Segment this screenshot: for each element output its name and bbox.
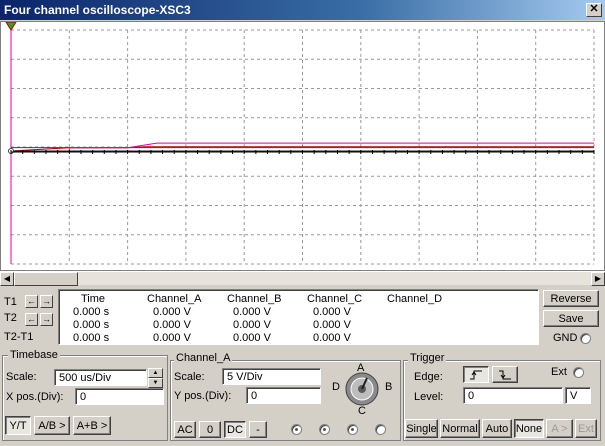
rising-edge-icon[interactable] [463, 366, 489, 383]
channel-scale-label: Scale: [174, 371, 205, 383]
normal-button[interactable]: Normal [440, 419, 480, 438]
row3-channel-a: 0.000 V [153, 332, 191, 344]
channel-radio-4[interactable] [375, 424, 386, 435]
ypos-field[interactable]: 0 [246, 387, 321, 404]
scope-display [5, 22, 595, 265]
t2-left-arrow-icon[interactable]: ← [25, 313, 38, 326]
gnd-radio[interactable] [580, 333, 591, 344]
dc-button[interactable]: DC [224, 421, 246, 438]
channel-radio-2[interactable] [319, 424, 330, 435]
scope-screen [0, 21, 605, 271]
xpos-field[interactable]: 0 [75, 388, 164, 405]
scroll-thumb[interactable] [14, 272, 78, 286]
close-button[interactable]: ✕ [586, 3, 602, 17]
level-unit-field[interactable]: V [565, 387, 591, 404]
time-scrollbar[interactable]: ◀ ▶ [0, 271, 605, 286]
reverse-button[interactable]: Reverse [543, 290, 599, 307]
row2-channel-c: 0.000 V [313, 319, 351, 331]
edge-label: Edge: [414, 371, 443, 383]
header-channel-c: Channel_C [307, 293, 363, 305]
row3-time: 0.000 s [73, 332, 110, 344]
header-channel-b: Channel_B [227, 293, 282, 305]
xpos-label: X pos.(Div): [6, 391, 64, 403]
yt-button[interactable]: Y/T [5, 416, 31, 435]
save-button[interactable]: Save [543, 310, 599, 327]
channel-radio-1[interactable] [291, 424, 302, 435]
scroll-left-icon[interactable]: ◀ [0, 272, 14, 286]
knob-label-b: B [385, 381, 393, 393]
knob-label-d: D [332, 381, 340, 393]
ext-trigger-button[interactable]: Ext [575, 419, 597, 438]
header-time: Time [81, 293, 106, 305]
channel-radio-3[interactable] [347, 424, 358, 435]
level-field[interactable]: 0 [463, 387, 563, 404]
row2-channel-a: 0.000 V [153, 319, 191, 331]
row1-channel-a: 0.000 V [153, 306, 191, 318]
trigger-title: Trigger [408, 352, 447, 364]
channel-scale-field[interactable]: 5 V/Div [222, 368, 321, 385]
level-label: Level: [414, 391, 444, 403]
ac-button[interactable]: AC [174, 421, 196, 438]
row2-channel-b: 0.000 V [233, 319, 271, 331]
channel-knob-icon[interactable] [344, 371, 380, 407]
timebase-down-icon[interactable]: ▼ [148, 378, 163, 388]
t2-right-arrow-icon[interactable]: → [40, 313, 53, 326]
timebase-scale-label: Scale: [6, 371, 37, 383]
row1-channel-b: 0.000 V [233, 306, 271, 318]
falling-edge-icon[interactable] [492, 366, 518, 383]
minus-button[interactable]: - [249, 421, 267, 438]
row1-channel-c: 0.000 V [313, 306, 351, 318]
cursor-t1-marker-icon [5, 22, 17, 31]
apb-button[interactable]: A+B > [73, 416, 111, 435]
zero-button[interactable]: 0 [199, 421, 221, 438]
channel-title: Channel_A [174, 352, 233, 364]
t2-t1-label: T2-T1 [4, 331, 34, 343]
ab-button[interactable]: A/B > [34, 416, 70, 435]
a-trigger-button[interactable]: A > [546, 419, 573, 438]
t1-right-arrow-icon[interactable]: → [40, 295, 53, 308]
ypos-label: Y pos.(Div): [174, 390, 232, 402]
timebase-up-icon[interactable]: ▲ [148, 368, 163, 378]
auto-button[interactable]: Auto [482, 419, 512, 438]
none-button[interactable]: None [514, 419, 544, 438]
row3-channel-c: 0.000 V [313, 332, 351, 344]
window-title: Four channel oscilloscope-XSC3 [4, 3, 191, 17]
timebase-scale-field[interactable]: 500 us/Div [54, 369, 147, 386]
t2-label: T2 [4, 312, 17, 324]
row3-channel-b: 0.000 V [233, 332, 271, 344]
gnd-label: GND [553, 332, 578, 344]
t1-left-arrow-icon[interactable]: ← [25, 295, 38, 308]
row1-time: 0.000 s [73, 306, 110, 318]
header-channel-a: Channel_A [147, 293, 202, 305]
window-titlebar: Four channel oscilloscope-XSC3 ✕ [0, 0, 605, 20]
header-channel-d: Channel_D [387, 293, 443, 305]
ext-radio[interactable] [573, 367, 584, 378]
timebase-title: Timebase [8, 349, 60, 361]
row2-time: 0.000 s [73, 319, 110, 331]
t1-label: T1 [4, 296, 17, 308]
ext-label: Ext [551, 366, 567, 378]
scroll-right-icon[interactable]: ▶ [591, 272, 605, 286]
single-button[interactable]: Single [405, 419, 438, 438]
measurement-readout: Time Channel_A Channel_B Channel_C Chann… [58, 289, 539, 345]
